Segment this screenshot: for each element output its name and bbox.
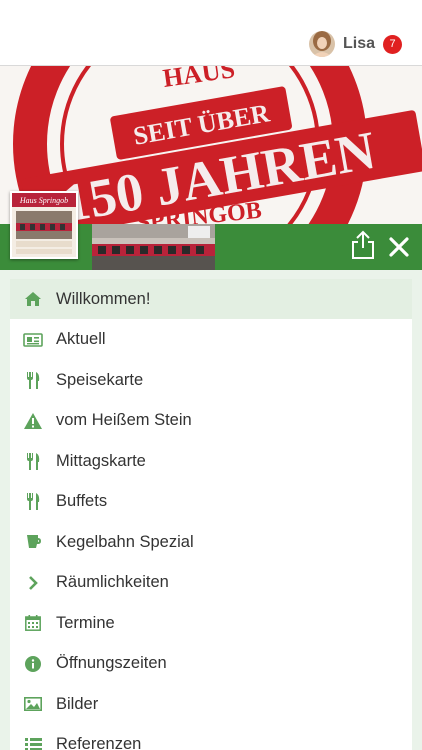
menu-item-mittagskarte[interactable]: Mittagskarte [10,441,412,481]
menu-item-label: Räumlichkeiten [56,573,169,591]
user-name[interactable]: Lisa [343,35,375,53]
restaurant-logo[interactable]: Haus Springob [10,191,78,259]
menu-item-label: Speisekarte [56,370,144,389]
home-icon [10,279,56,319]
menu-item-buffets[interactable]: Buffets [10,482,412,522]
menu-item-kegelbahn[interactable]: Kegelbahn Spezial [10,522,412,562]
menu-item-aktuell[interactable]: Aktuell [10,320,412,360]
menu-item-speisekarte[interactable]: Speisekarte [10,360,412,400]
navigation-menu: Willkommen! Aktuell Speisekarte vom Heiß… [10,279,412,750]
user-profile[interactable]: Lisa 7 [308,30,402,58]
image-icon [10,684,56,724]
notification-badge[interactable]: 7 [383,34,402,54]
navigation-drawer: Willkommen! Aktuell Speisekarte vom Heiß… [0,270,422,750]
menu-item-label: Referenzen [56,735,142,750]
menu-item-bilder[interactable]: Bilder [10,684,412,724]
close-button[interactable] [386,234,412,260]
list-icon [10,725,56,750]
restaurant-photo[interactable] [92,224,215,270]
share-button[interactable] [350,230,376,260]
top-bar: Lisa 7 [0,0,422,66]
menu-item-label: Willkommen! [56,289,151,308]
calendar-icon [10,603,56,643]
coffee-icon [10,522,56,562]
newspaper-icon [10,320,56,360]
menu-item-oeffnungszeiten[interactable]: Öffnungszeiten [10,644,412,684]
menu-item-willkommen[interactable]: Willkommen! [10,279,412,319]
menu-item-label: vom Heißem Stein [56,411,192,429]
chevron-right-icon [10,563,56,603]
cutlery-icon [10,482,56,522]
cutlery-icon [10,441,56,481]
menu-item-termine[interactable]: Termine [10,603,412,643]
menu-item-referenzen[interactable]: Referenzen [10,725,412,750]
warning-icon [10,401,56,441]
close-icon [389,237,409,257]
logo-title: Haus Springob [19,196,68,205]
menu-item-label: Kegelbahn Spezial [56,532,194,551]
info-icon [10,644,56,684]
menu-item-heisser-stein[interactable]: vom Heißem Stein [10,401,412,441]
menu-item-label: Aktuell [56,330,106,348]
cutlery-icon [10,360,56,400]
share-icon [352,230,374,259]
menu-item-label: Buffets [56,492,108,510]
menu-item-label: Mittagskarte [56,451,146,470]
menu-item-label: Termine [56,613,115,632]
avatar[interactable] [308,31,335,57]
menu-item-label: Öffnungszeiten [56,654,167,672]
menu-item-raeumlichkeiten[interactable]: Räumlichkeiten [10,563,412,603]
menu-item-label: Bilder [56,694,99,713]
